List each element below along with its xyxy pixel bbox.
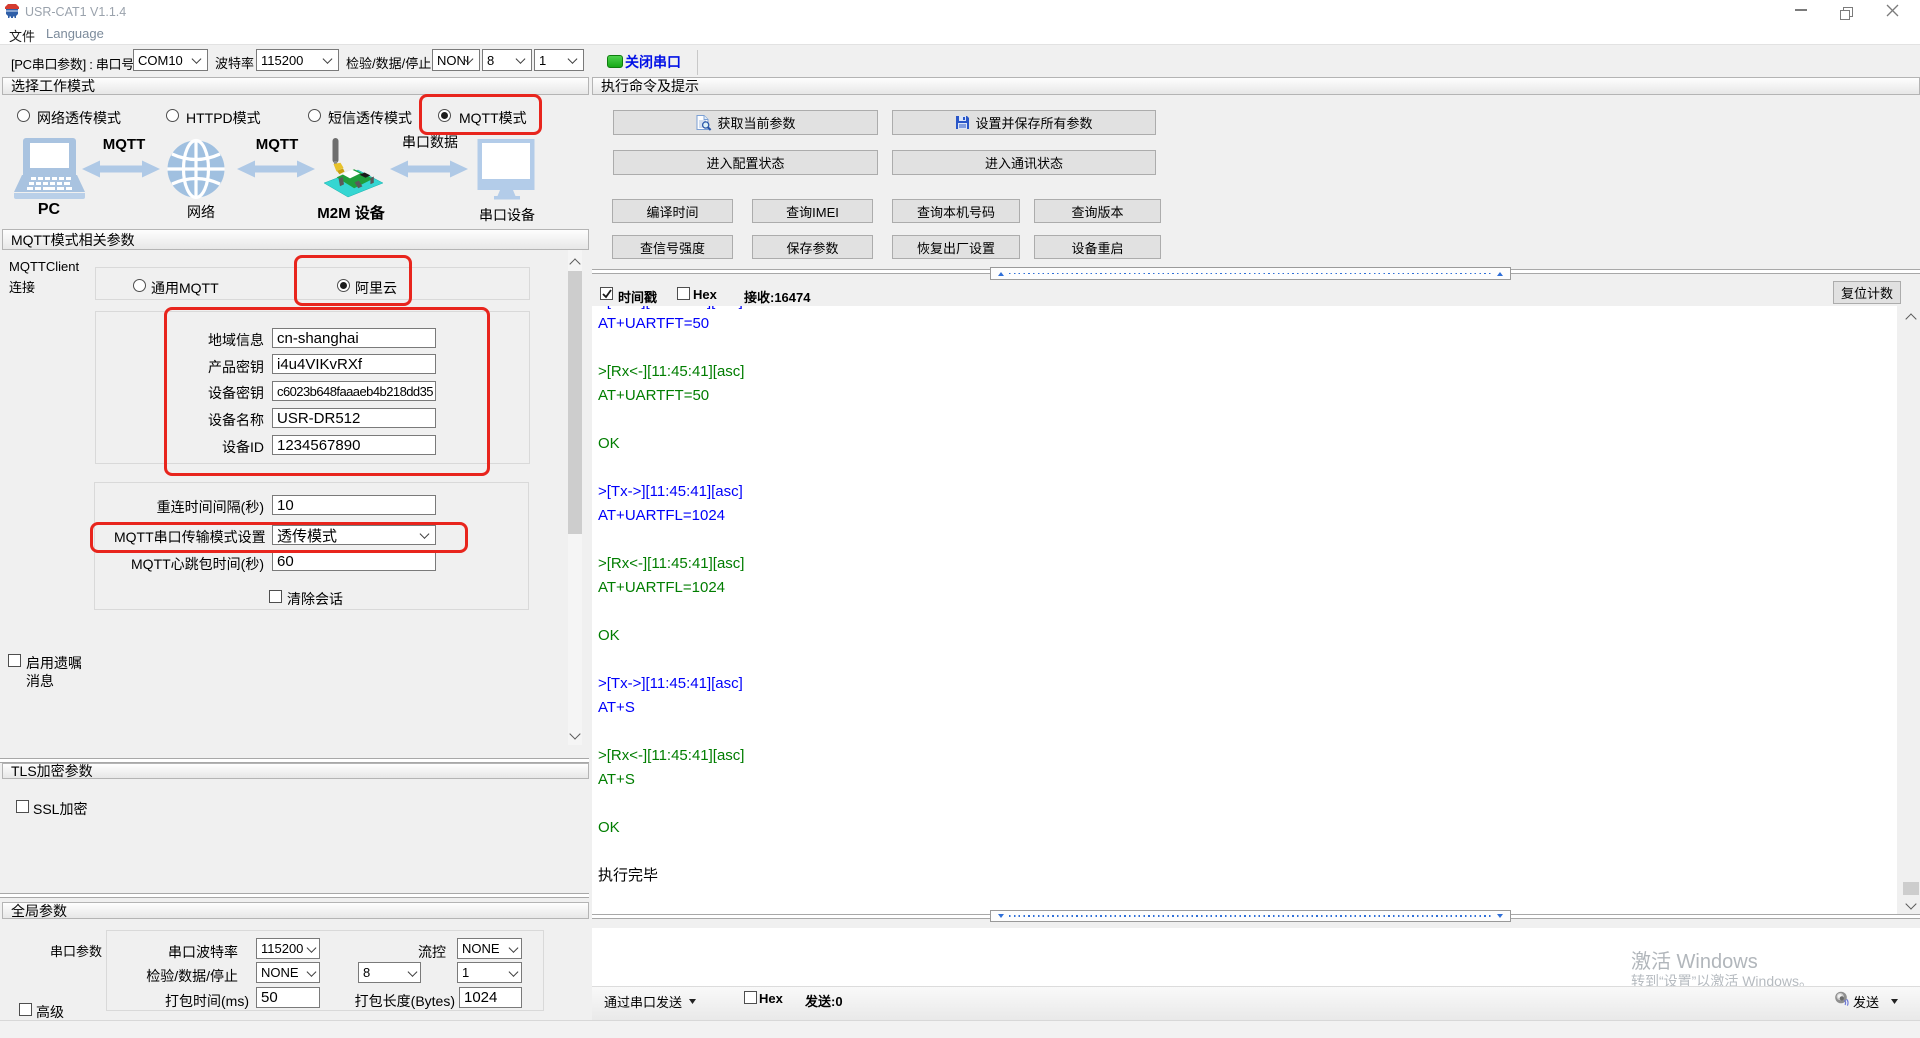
svg-text:串口设备: 串口设备 bbox=[479, 207, 535, 224]
svg-text:MQTT: MQTT bbox=[103, 136, 146, 153]
svg-text:串口数据: 串口数据 bbox=[402, 135, 458, 151]
svg-text:M2M 设备: M2M 设备 bbox=[317, 204, 386, 222]
svg-text:PC: PC bbox=[38, 201, 61, 218]
svg-text:网络: 网络 bbox=[187, 205, 215, 221]
svg-text:MQTT: MQTT bbox=[256, 136, 299, 153]
